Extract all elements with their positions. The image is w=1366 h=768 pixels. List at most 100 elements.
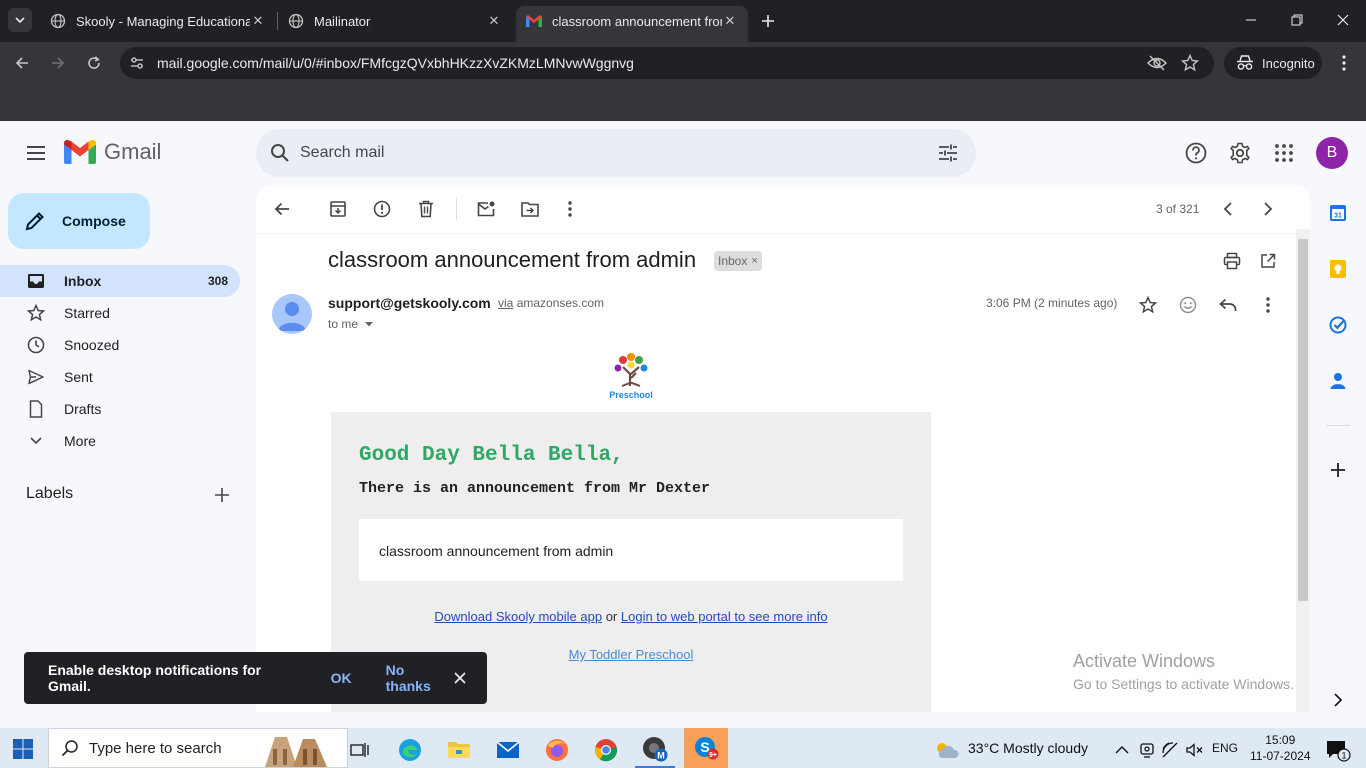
minimize-button[interactable] (1228, 0, 1274, 40)
taskbar-file-explorer[interactable] (439, 732, 479, 768)
weather-widget[interactable] (932, 732, 962, 768)
bookmark-star-icon[interactable] (1180, 53, 1200, 73)
open-new-window-button[interactable] (1256, 249, 1280, 273)
show-side-panel-button[interactable] (1326, 688, 1350, 712)
site-settings-icon[interactable] (128, 54, 146, 72)
caret-down-icon[interactable] (362, 317, 376, 331)
sidebar-item-drafts[interactable]: Drafts (0, 393, 240, 425)
volume-icon[interactable] (1184, 732, 1206, 768)
taskbar-mail[interactable] (488, 732, 528, 768)
weather-text[interactable]: 33°C Mostly cloudy (968, 740, 1088, 756)
taskbar-search-box[interactable]: Type here to search (48, 728, 348, 768)
older-message-button[interactable] (1258, 199, 1278, 219)
print-all-button[interactable] (1220, 249, 1244, 273)
forward-button[interactable] (46, 51, 70, 75)
sidebar-item-starred[interactable]: Starred (0, 297, 240, 329)
gmail-m-icon (64, 140, 96, 164)
remove-label-icon[interactable]: × (751, 255, 757, 267)
calendar-icon: 31 (1330, 205, 1346, 221)
search-icon[interactable] (268, 141, 292, 165)
address-bar[interactable]: mail.google.com/mail/u/0/#inbox/FMfcgzQV… (120, 47, 1214, 79)
account-avatar[interactable]: B (1316, 137, 1348, 169)
calendar-app-button[interactable]: 31 (1326, 201, 1350, 225)
system-clock[interactable]: 15:09 11-07-2024 (1250, 732, 1311, 764)
incognito-indicator[interactable]: Incognito (1224, 47, 1322, 79)
keep-app-button[interactable] (1326, 257, 1350, 281)
links-or: or (605, 609, 618, 624)
sender-email[interactable]: support@getskooly.com (328, 295, 491, 311)
contacts-app-button[interactable] (1326, 369, 1350, 393)
tasks-app-button[interactable] (1326, 313, 1350, 337)
network-icon[interactable] (1160, 732, 1182, 768)
scrollbar-thumb[interactable] (1298, 239, 1308, 601)
search-options-icon[interactable] (936, 141, 960, 165)
taskbar-edge[interactable] (390, 732, 430, 768)
action-center-button[interactable]: 1 (1318, 732, 1358, 768)
more-actions-button[interactable] (560, 199, 580, 219)
toast-close-button[interactable] (450, 668, 470, 688)
tab-search-dropdown[interactable] (8, 8, 32, 32)
sidebar-item-sent[interactable]: Sent (0, 361, 240, 393)
school-link[interactable]: My Toddler Preschool (569, 647, 694, 662)
settings-button[interactable] (1228, 141, 1252, 165)
get-addons-button[interactable] (1326, 458, 1350, 482)
mark-unread-button[interactable] (476, 199, 496, 219)
download-app-link[interactable]: Download Skooly mobile app (434, 609, 602, 624)
star-message-button[interactable] (1136, 293, 1160, 317)
create-label-button[interactable] (212, 485, 232, 505)
close-tab-icon[interactable]: ✕ (722, 13, 738, 29)
close-tab-icon[interactable]: ✕ (250, 13, 266, 29)
add-reaction-button[interactable] (1176, 293, 1200, 317)
reload-button[interactable] (82, 51, 106, 75)
move-to-button[interactable] (520, 199, 540, 219)
toast-no-thanks-button[interactable]: No thanks (386, 662, 453, 694)
toast-ok-button[interactable]: OK (331, 670, 352, 686)
gmail-logo[interactable]: Gmail (64, 139, 161, 165)
newer-message-button[interactable] (1218, 199, 1238, 219)
main-menu-button[interactable] (24, 141, 48, 165)
sidebar-item-inbox[interactable]: Inbox 308 (0, 265, 240, 297)
reply-icon (1219, 298, 1237, 311)
restore-button[interactable] (1274, 0, 1320, 40)
meet-now-icon[interactable] (1136, 732, 1158, 768)
gmail-app: Gmail B Compose Inbox 308 (0, 121, 1366, 728)
compose-button[interactable]: Compose (8, 193, 150, 249)
chrome-menu-button[interactable] (1332, 51, 1356, 75)
message-more-button[interactable] (1256, 293, 1280, 317)
google-apps-button[interactable] (1272, 141, 1296, 165)
close-tab-icon[interactable]: ✕ (486, 13, 502, 29)
recipient-summary[interactable]: to me (328, 317, 376, 331)
archive-button[interactable] (328, 199, 348, 219)
taskbar-chrome-incognito-active[interactable]: M (635, 732, 675, 768)
windows-start-icon[interactable] (12, 738, 34, 760)
new-tab-button[interactable] (756, 9, 780, 33)
sidebar-item-snoozed[interactable]: Snoozed (0, 329, 240, 361)
taskbar-chrome[interactable] (586, 732, 626, 768)
sender-avatar[interactable] (272, 294, 312, 334)
chevron-right-icon (1334, 693, 1343, 707)
search-input[interactable] (300, 139, 900, 167)
reply-button[interactable] (1216, 293, 1240, 317)
via-link[interactable]: via (498, 296, 513, 310)
tab-gmail-active[interactable]: classroom announcement from adm ✕ (516, 6, 748, 42)
show-hidden-icons-button[interactable] (1110, 732, 1134, 768)
back-button[interactable] (10, 51, 34, 75)
notification-count: 1 (1341, 751, 1346, 761)
web-portal-link[interactable]: Login to web portal to see more info (621, 609, 828, 624)
support-button[interactable] (1184, 141, 1208, 165)
taskbar-firefox[interactable] (537, 732, 577, 768)
task-view-button[interactable] (340, 732, 380, 768)
delete-button[interactable] (416, 199, 436, 219)
input-language[interactable]: ENG (1212, 741, 1238, 755)
eye-off-icon[interactable] (1147, 53, 1167, 73)
inbox-label-chip[interactable]: Inbox × (714, 251, 762, 271)
url-text: mail.google.com/mail/u/0/#inbox/FMfcgzQV… (157, 55, 634, 71)
tab-mailinator[interactable]: Mailinator ✕ (278, 6, 512, 36)
tab-skooly[interactable]: Skooly - Managing Educational Ins ✕ (40, 6, 276, 36)
close-window-button[interactable] (1320, 0, 1366, 40)
svg-text:9+: 9+ (709, 752, 717, 759)
sidebar-item-more[interactable]: More (0, 425, 240, 457)
taskbar-skype[interactable]: S 9+ (684, 728, 728, 768)
report-spam-button[interactable] (372, 199, 392, 219)
back-to-inbox-button[interactable] (272, 199, 292, 219)
